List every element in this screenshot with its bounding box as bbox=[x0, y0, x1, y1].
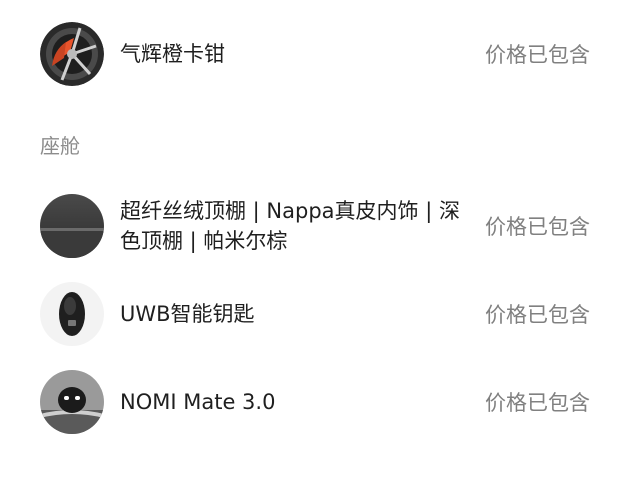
option-name: NOMI Mate 3.0 bbox=[120, 390, 276, 414]
price-status: 价格已包含 bbox=[485, 43, 590, 67]
price-status: 价格已包含 bbox=[485, 215, 590, 239]
price-status: 价格已包含 bbox=[485, 391, 590, 415]
option-name: 气辉橙卡钳 bbox=[120, 42, 225, 66]
option-name: UWB智能钥匙 bbox=[120, 302, 255, 326]
brake-caliper-icon bbox=[40, 22, 104, 86]
section-title-cabin: 座舱 bbox=[40, 134, 80, 158]
option-row-smart-key[interactable]: UWB智能钥匙 价格已包含 bbox=[40, 282, 600, 346]
option-row-caliper[interactable]: 气辉橙卡钳 价格已包含 bbox=[40, 22, 600, 86]
option-row-headliner[interactable]: 超纤丝绒顶棚 | Nappa真皮内饰 | 深色顶棚 | 帕米尔棕 价格已包含 bbox=[40, 194, 600, 258]
price-status: 价格已包含 bbox=[485, 303, 590, 327]
option-name: 超纤丝绒顶棚 | Nappa真皮内饰 | 深色顶棚 | 帕米尔棕 bbox=[120, 199, 460, 253]
option-row-nomi[interactable]: NOMI Mate 3.0 价格已包含 bbox=[40, 370, 600, 434]
smart-key-icon bbox=[40, 282, 104, 346]
headliner-fabric-icon bbox=[40, 194, 104, 258]
nomi-robot-icon bbox=[40, 370, 104, 434]
